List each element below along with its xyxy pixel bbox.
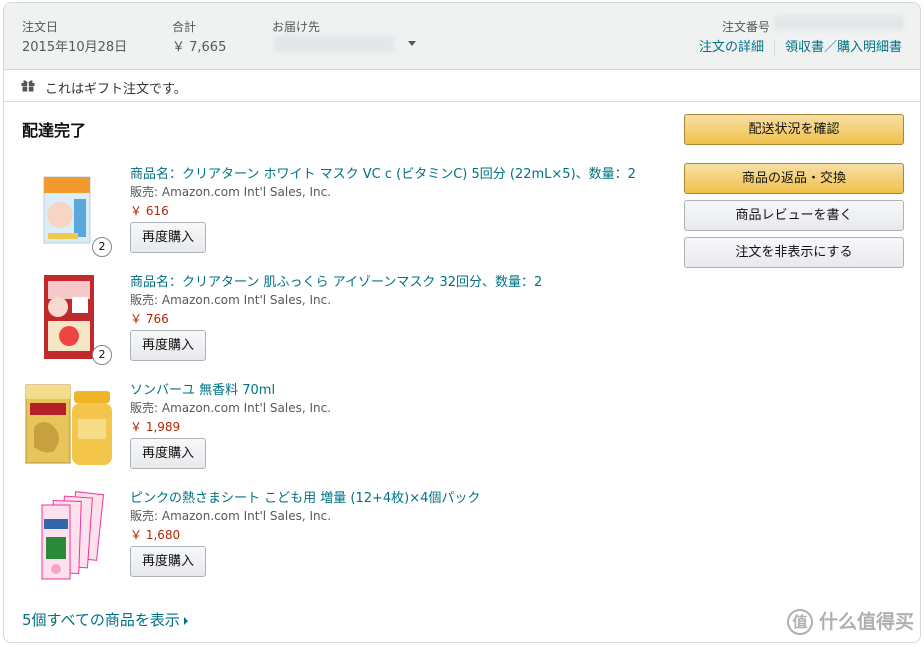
buy-again-button[interactable]: 再度購入 <box>130 546 206 577</box>
write-review-button[interactable]: 商品レビューを書く <box>684 200 904 231</box>
item-price: ￥ 766 <box>130 312 169 326</box>
delivery-status: 配達完了 <box>22 121 87 140</box>
track-package-button[interactable]: 配送状況を確認 <box>684 114 904 145</box>
buy-again-button[interactable]: 再度購入 <box>130 222 206 253</box>
watermark-text: 什么值得买 <box>818 610 914 633</box>
watermark: 值什么值得买 <box>786 607 914 635</box>
return-replace-button[interactable]: 商品の返品・交換 <box>684 163 904 194</box>
order-item: ピンクの熱さまシート こども用 増量 (12+4枚)×4個パック 販売: Ama… <box>22 487 662 591</box>
show-all-items-label: 5個すべての商品を表示 <box>22 611 180 629</box>
product-title-link[interactable]: ピンクの熱さまシート こども用 増量 (12+4枚)×4個パック <box>130 487 480 506</box>
order-item: 2 商品名：クリアターン 肌ふっくら アイゾーンマスク 32回分、数量：2 販売… <box>22 271 662 375</box>
item-price: ￥ 616 <box>130 204 169 218</box>
order-date-label: 注文日 <box>22 20 59 34</box>
seller-text: 販売: Amazon.com Int'l Sales, Inc. <box>130 509 332 523</box>
link-divider <box>773 40 775 55</box>
seller-text: 販売: Amazon.com Int'l Sales, Inc. <box>130 293 332 307</box>
order-card: 注文日 2015年10月28日 合計 ￥ 7,665 お届け先 注文番号 注文の… <box>3 2 921 643</box>
order-item: ソンバーユ 無香料 70ml 販売: Amazon.com Int'l Sale… <box>22 379 662 483</box>
order-details-link[interactable]: 注文の詳細 <box>699 40 764 55</box>
order-item: 2 商品名：クリアターン ホワイト マスク VC c (ビタミンC) 5回分 (… <box>22 163 662 267</box>
order-number-redacted <box>774 15 904 31</box>
seller-text: 販売: Amazon.com Int'l Sales, Inc. <box>130 401 332 415</box>
gift-notice: これはギフト注文です。 <box>4 70 920 102</box>
order-number-label: 注文番号 <box>722 20 771 34</box>
product-title-link[interactable]: 商品名：クリアターン ホワイト マスク VC c (ビタミンC) 5回分 (22… <box>130 163 636 182</box>
product-image[interactable] <box>22 487 112 583</box>
receipt-link[interactable]: 領収書／購入明細書 <box>785 40 902 55</box>
total-label: 合計 <box>172 20 197 34</box>
chevron-right-icon <box>183 616 188 625</box>
gift-notice-text: これはギフト注文です。 <box>45 82 187 97</box>
watermark-logo-icon: 值 <box>786 609 813 635</box>
seller-text: 販売: Amazon.com Int'l Sales, Inc. <box>130 185 332 199</box>
order-header: 注文日 2015年10月28日 合計 ￥ 7,665 お届け先 注文番号 注文の… <box>4 3 920 70</box>
product-title-link[interactable]: ソンバーユ 無香料 70ml <box>130 379 275 398</box>
order-total: ￥ 7,665 <box>172 40 227 55</box>
recipient-name-redacted[interactable] <box>274 35 394 53</box>
quantity-badge: 2 <box>92 345 112 365</box>
ship-to-label: お届け先 <box>272 20 321 34</box>
order-links: 注文の詳細 領収書／購入明細書 <box>699 36 902 55</box>
gift-icon <box>21 80 35 92</box>
quantity-badge: 2 <box>92 237 112 257</box>
buy-again-button[interactable]: 再度購入 <box>130 330 206 361</box>
item-price: ￥ 1,680 <box>130 528 181 542</box>
product-image[interactable] <box>22 379 112 475</box>
item-price: ￥ 1,989 <box>130 420 181 434</box>
order-date: 2015年10月28日 <box>22 40 128 55</box>
chevron-down-icon[interactable] <box>408 41 416 46</box>
buy-again-button[interactable]: 再度購入 <box>130 438 206 469</box>
hide-order-button[interactable]: 注文を非表示にする <box>684 237 904 268</box>
show-all-items-link[interactable]: 5個すべての商品を表示 <box>22 609 188 630</box>
product-title-link[interactable]: 商品名：クリアターン 肌ふっくら アイゾーンマスク 32回分、数量：2 <box>130 271 542 290</box>
